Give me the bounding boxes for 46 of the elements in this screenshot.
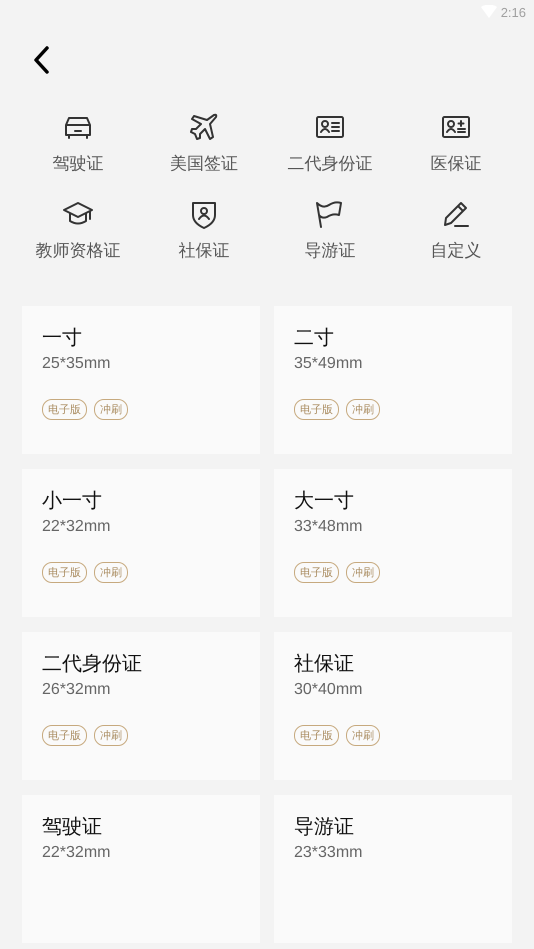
category-item[interactable]: 社保证: [141, 189, 267, 266]
card-title: 二代身份证: [42, 650, 142, 677]
tag: 冲刷: [346, 399, 380, 420]
size-card[interactable]: 一寸 25*35mm 电子版 冲刷: [22, 306, 260, 454]
card-dimensions: 30*40mm: [294, 681, 362, 699]
size-card[interactable]: 二代身份证 26*32mm 电子版 冲刷: [22, 632, 260, 780]
card-dimensions: 35*49mm: [294, 355, 362, 373]
card-dimensions: 22*32mm: [42, 518, 110, 536]
status-time: 2:16: [500, 4, 526, 20]
card-dimensions: 23*33mm: [294, 844, 362, 862]
tag: 电子版: [294, 725, 339, 746]
category-item[interactable]: 驾驶证: [15, 102, 141, 179]
card-title: 社保证: [294, 650, 354, 677]
tag: 冲刷: [94, 562, 128, 583]
category-item[interactable]: 美国签证: [141, 102, 267, 179]
tag: 电子版: [42, 725, 87, 746]
size-card[interactable]: 导游证 23*33mm: [274, 795, 512, 943]
card-title: 小一寸: [42, 487, 102, 514]
card-title: 大一寸: [294, 487, 354, 514]
tag: 电子版: [294, 562, 339, 583]
size-card[interactable]: 二寸 35*49mm 电子版 冲刷: [274, 306, 512, 454]
category-item[interactable]: 导游证: [267, 189, 393, 266]
category-item[interactable]: 二代身份证: [267, 102, 393, 179]
category-item[interactable]: 教师资格证: [15, 189, 141, 266]
card-title: 二寸: [294, 324, 334, 351]
category-item[interactable]: 医保证: [393, 102, 519, 179]
card-dimensions: 25*35mm: [42, 355, 110, 373]
back-button[interactable]: [32, 45, 52, 75]
card-title: 驾驶证: [42, 813, 102, 840]
tag: 冲刷: [94, 725, 128, 746]
tag: 电子版: [294, 399, 339, 420]
card-title: 导游证: [294, 813, 354, 840]
size-card[interactable]: 小一寸 22*32mm 电子版 冲刷: [22, 469, 260, 617]
tag: 冲刷: [94, 399, 128, 420]
card-dimensions: 22*32mm: [42, 844, 110, 862]
card-dimensions: 26*32mm: [42, 681, 110, 699]
tag: 电子版: [42, 399, 87, 420]
tag: 冲刷: [346, 562, 380, 583]
tag: 冲刷: [346, 725, 380, 746]
card-title: 一寸: [42, 324, 82, 351]
card-dimensions: 33*48mm: [294, 518, 362, 536]
size-card[interactable]: 驾驶证 22*32mm: [22, 795, 260, 943]
category-item[interactable]: 自定义: [393, 189, 519, 266]
size-card[interactable]: 大一寸 33*48mm 电子版 冲刷: [274, 469, 512, 617]
tag: 电子版: [42, 562, 87, 583]
size-card[interactable]: 社保证 30*40mm 电子版 冲刷: [274, 632, 512, 780]
